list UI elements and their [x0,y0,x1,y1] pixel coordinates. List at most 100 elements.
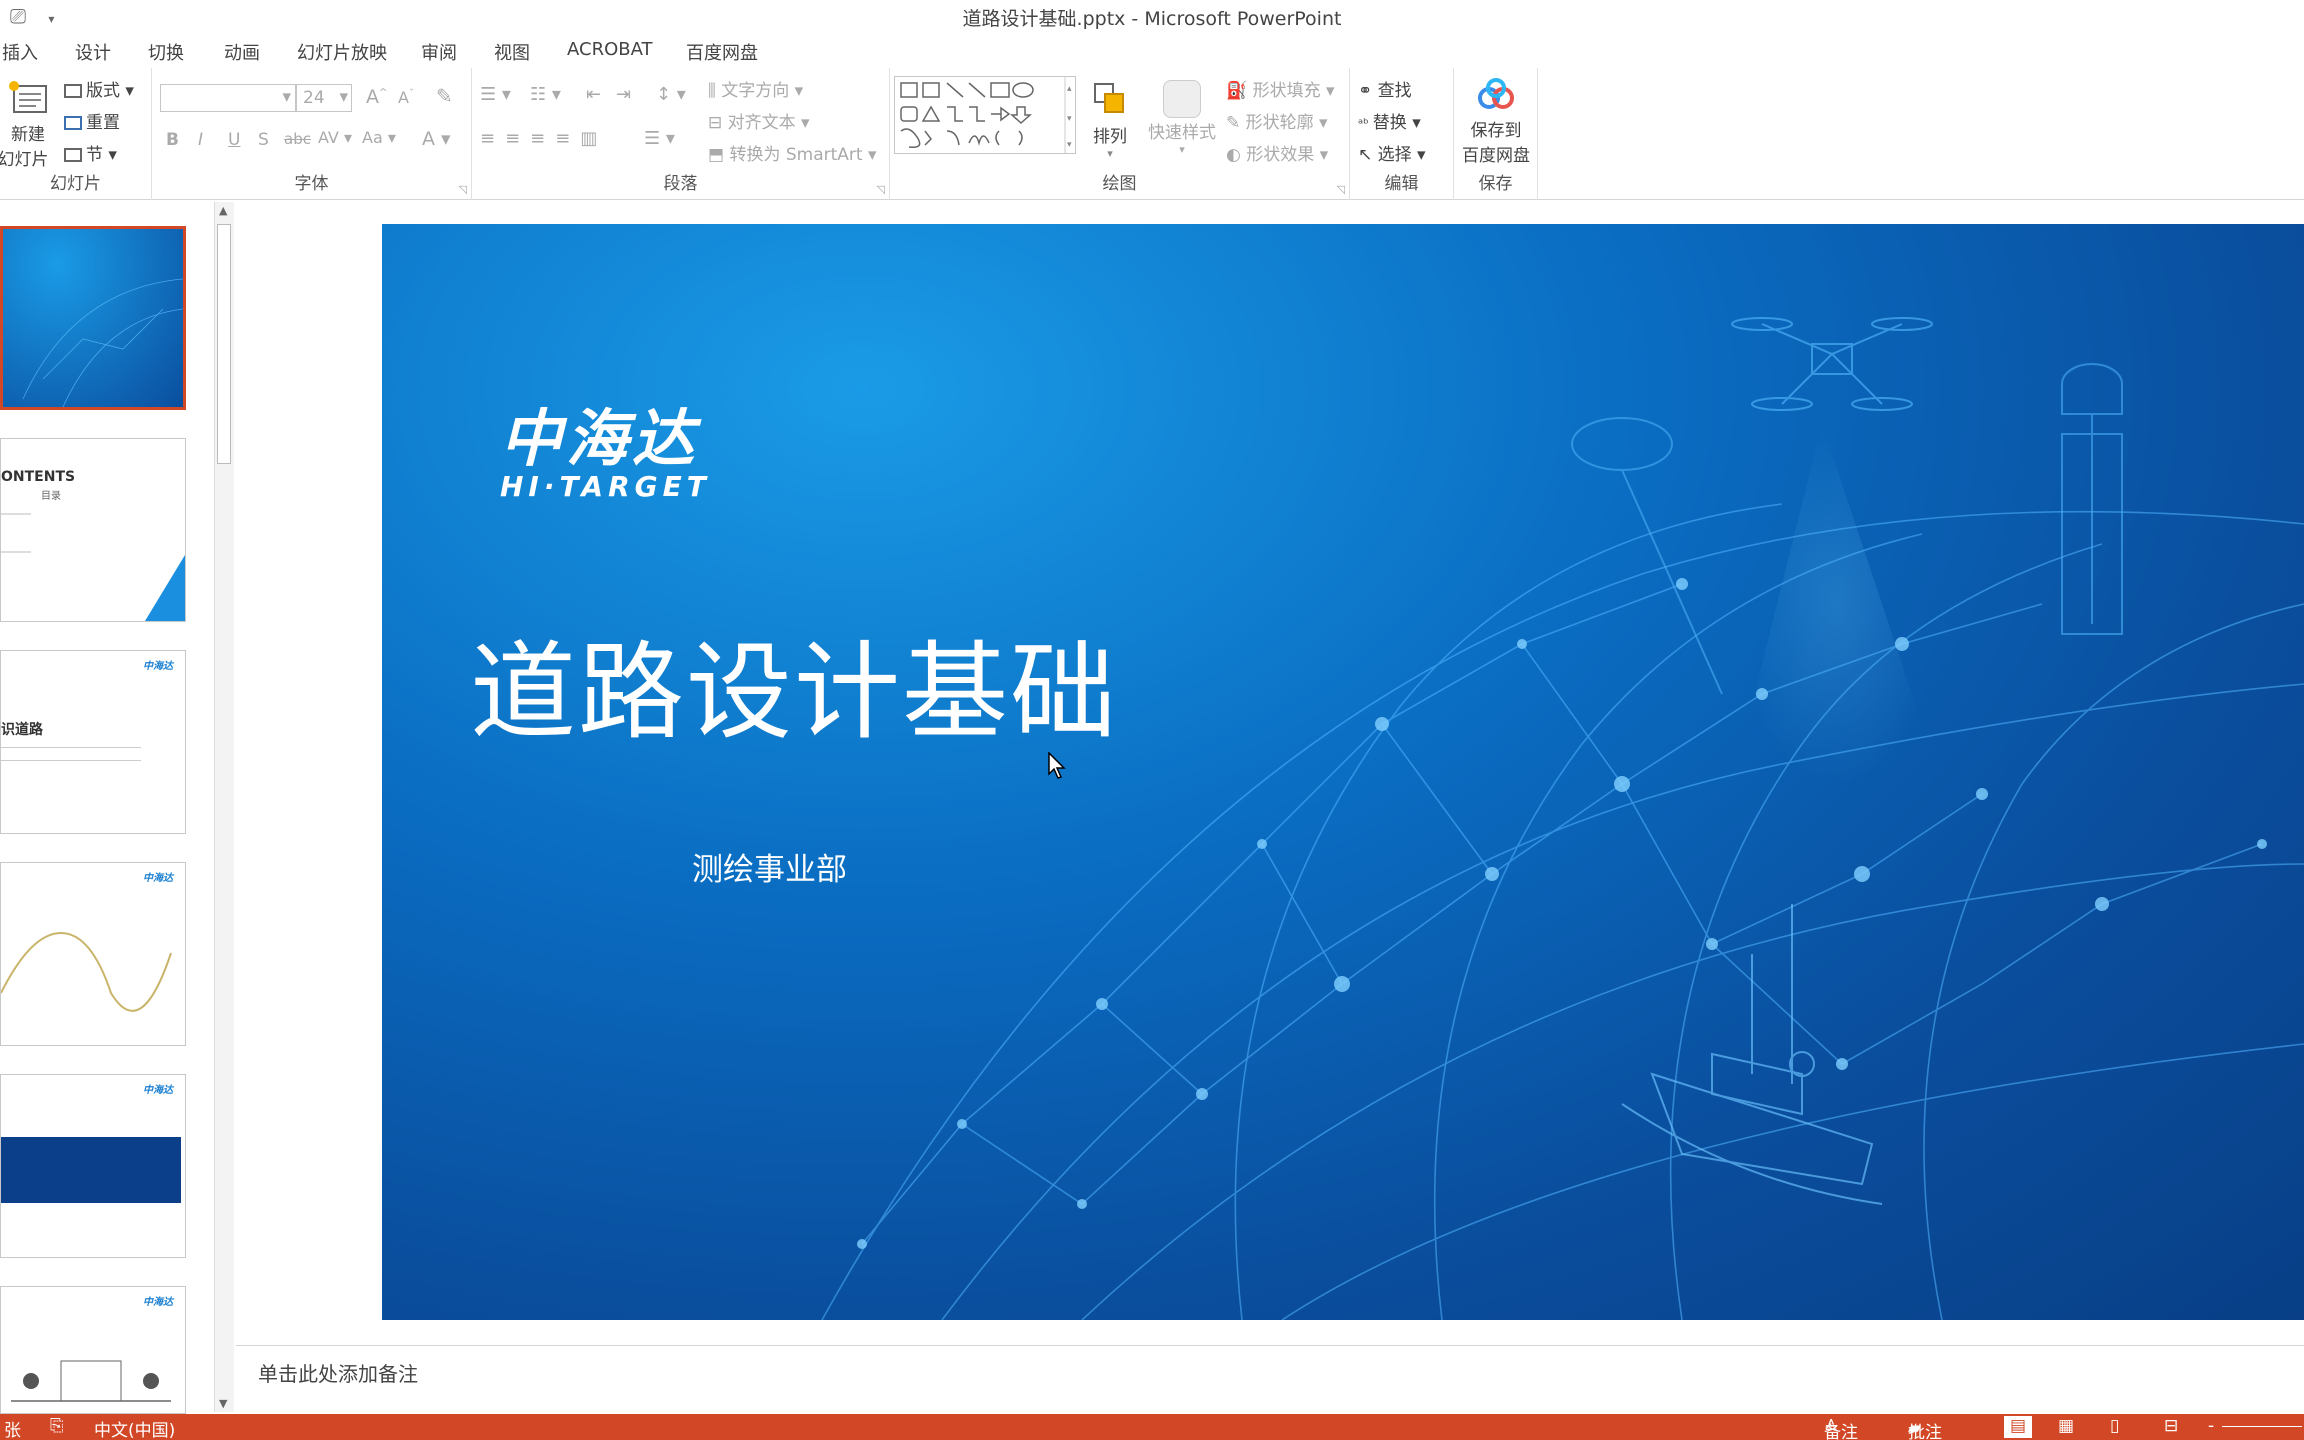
gnss-receiver-outline [2061,363,2123,635]
thumbnail-2-corner-triangle [145,555,185,621]
normal-view-icon[interactable]: ▤ [2004,1416,2032,1438]
section-button[interactable]: 节 ▾ [64,140,117,165]
svg-text:▾: ▾ [1067,114,1072,124]
select-button[interactable]: ↖ 选择 ▾ [1358,140,1426,165]
scroll-down-arrow-icon[interactable]: ▼ [219,1397,227,1410]
tab-design[interactable]: 设计 [75,39,111,65]
italic-button[interactable]: I [198,130,203,150]
notes-placeholder[interactable]: 单击此处添加备注 [258,1358,418,1387]
new-slide-label: 新建 [11,125,45,145]
effects-icon: ◐ [1226,145,1247,165]
bold-button[interactable]: B [166,130,179,150]
binoculars-icon: ⚭ [1358,81,1378,101]
slide-thumbnail-2[interactable]: ONTENTS 目录 [0,438,186,622]
align-text-icon: ⊟ [708,113,728,133]
smartart-icon: ⬒ [708,145,730,165]
group-save: 保存到 百度网盘 保存 [1454,68,1538,200]
reset-button[interactable]: 重置 [64,108,120,133]
scroll-thumb[interactable] [217,224,231,464]
replace-icon: ᵃᵇ [1358,117,1373,132]
tab-transitions[interactable]: 切换 [148,39,184,65]
thumbnail-5-diagram [1,1137,181,1203]
thumbnail-2-sub: 目录 [41,491,61,502]
spellcheck-icon[interactable]: ⎘ [50,1416,64,1436]
shrink-font-button[interactable]: Aˇ [398,88,414,107]
shape-effects-button[interactable]: ◐ 形状效果 ▾ [1226,140,1328,165]
save-to-baidu-button[interactable]: 保存到 百度网盘 [1454,78,1538,166]
line-spacing-button[interactable]: ↕ ▾ [656,84,686,105]
thumbnail-2-heading: ONTENTS [1,469,76,485]
tab-view[interactable]: 视图 [494,39,530,65]
text-direction-button[interactable]: ⫼ 文字方向 ▾ [708,76,803,101]
slide-thumbnail-4[interactable]: 中海达 [0,862,186,1046]
shape-outline-button[interactable]: ✎ 形状轮廓 ▾ [1226,108,1328,133]
slide-thumbnail-6[interactable]: 中海达 [0,1286,186,1414]
numbering-button[interactable]: ☷ ▾ [530,84,561,105]
new-slide-button[interactable]: 新建 幻灯片 [0,76,56,176]
tab-slideshow[interactable]: 幻灯片放映 [297,39,387,65]
group-paragraph: ☰ ▾ ☷ ▾ ⇤ ⇥ ↕ ▾ ⫼ 文字方向 ▾ ⊟ 对齐文本 ▾ ⬒ 转换为 … [472,68,890,200]
find-button[interactable]: ⚭ 查找 [1358,76,1412,101]
slide-thumbnail-5[interactable]: 中海达 [0,1074,186,1258]
tab-acrobat[interactable]: ACROBAT [567,39,653,60]
tab-animations[interactable]: 动画 [224,39,260,65]
current-slide[interactable]: 中海达 HI·TARGET 道路设计基础 测绘事业部 [382,224,2304,1320]
text-direction-icon: ⫼ [708,81,722,101]
font-size-combo[interactable]: 24 ▾ [296,84,352,112]
zoom-out-icon[interactable]: - [2208,1416,2214,1436]
increase-indent-icon[interactable]: ⇥ [616,84,631,105]
drawing-dialog-launcher-icon[interactable]: ◹ [1337,183,1345,196]
slide-sorter-icon[interactable]: ▦ [2058,1416,2074,1436]
layout-button[interactable]: 版式 ▾ [64,76,134,101]
group-drawing-label: 绘图 [1102,174,1137,194]
thumbnail-4-logo: 中海达 [143,873,173,884]
decrease-indent-icon[interactable]: ⇤ [586,84,601,105]
slide-thumbnail-pane: ONTENTS 目录 中海达 识道路 中海达 中海达 中海达 [0,200,218,1414]
slide-thumbnail-3[interactable]: 中海达 识道路 [0,650,186,834]
columns-button[interactable]: ☰ ▾ [644,128,675,149]
quick-styles-button[interactable]: 快速样式 ▾ [1146,80,1218,156]
char-spacing-button[interactable]: AV ▾ [318,128,352,147]
slide-thumbnail-1[interactable] [0,226,186,410]
clear-format-icon[interactable]: ✎ [436,84,453,108]
scroll-up-arrow-icon[interactable]: ▲ [219,204,227,217]
arrange-button[interactable]: 排列 ▾ [1088,80,1132,160]
language-indicator[interactable]: 中文(中国) [94,1416,175,1440]
alignment-buttons[interactable]: ≡≡≡≡▥ [480,128,607,149]
thumbnail-3-logo: 中海达 [143,661,173,672]
powerpoint-window: ⎚ ▾ 道路设计基础.pptx - Microsoft PowerPoint 插… [0,0,2304,1440]
strikethrough-button[interactable]: abc [284,130,311,148]
thumbnail-6-cross-section [11,1360,171,1402]
align-text-button[interactable]: ⊟ 对齐文本 ▾ [708,108,810,133]
pen-icon: ✎ [1226,113,1246,133]
reading-view-icon[interactable]: ▯ [2110,1416,2119,1436]
thumbnail-scrollbar[interactable]: ▲ ▼ [214,202,234,1412]
grow-font-button[interactable]: A^ [366,86,387,108]
font-color-button[interactable]: A ▾ [422,128,451,150]
font-name-combo[interactable]: ▾ [160,84,296,112]
underline-button[interactable]: U [228,130,240,150]
tab-insert[interactable]: 插入 [2,39,38,65]
tab-baidu-netdisk[interactable]: 百度网盘 [686,39,758,65]
tab-review[interactable]: 审阅 [421,39,457,65]
logo-chinese: 中海达 [500,402,699,475]
change-case-button[interactable]: Aa ▾ [362,128,396,147]
zoom-slider[interactable] [2222,1426,2302,1427]
shadow-button[interactable]: S [258,130,269,150]
font-name-dropdown-icon[interactable]: ▾ [282,87,291,107]
group-font-label: 字体 [294,174,329,194]
group-slides: 新建 幻灯片 版式 ▾ 重置 节 ▾ 幻灯片 [0,68,152,200]
font-dialog-launcher-icon[interactable]: ◹ [459,183,467,196]
font-size-dropdown-icon[interactable]: ▾ [339,87,348,107]
slideshow-view-icon[interactable]: ⊟ [2164,1416,2178,1436]
bullets-button[interactable]: ☰ ▾ [480,84,511,105]
group-editing-label: 编辑 [1384,174,1419,194]
convert-smartart-button[interactable]: ⬒ 转换为 SmartArt ▾ [708,140,877,165]
notes-pane[interactable]: 单击此处添加备注 [236,1345,2304,1415]
shapes-gallery[interactable]: ▴ ▾ ▾ [894,76,1076,154]
slide-title[interactable]: 道路设计基础 [470,606,1118,760]
replace-button[interactable]: ᵃᵇ 替换 ▾ [1358,108,1421,133]
paragraph-dialog-launcher-icon[interactable]: ◹ [877,183,885,196]
slide-subtitle[interactable]: 测绘事业部 [692,844,847,889]
shape-fill-button[interactable]: ⛽ 形状填充 ▾ [1226,76,1335,101]
